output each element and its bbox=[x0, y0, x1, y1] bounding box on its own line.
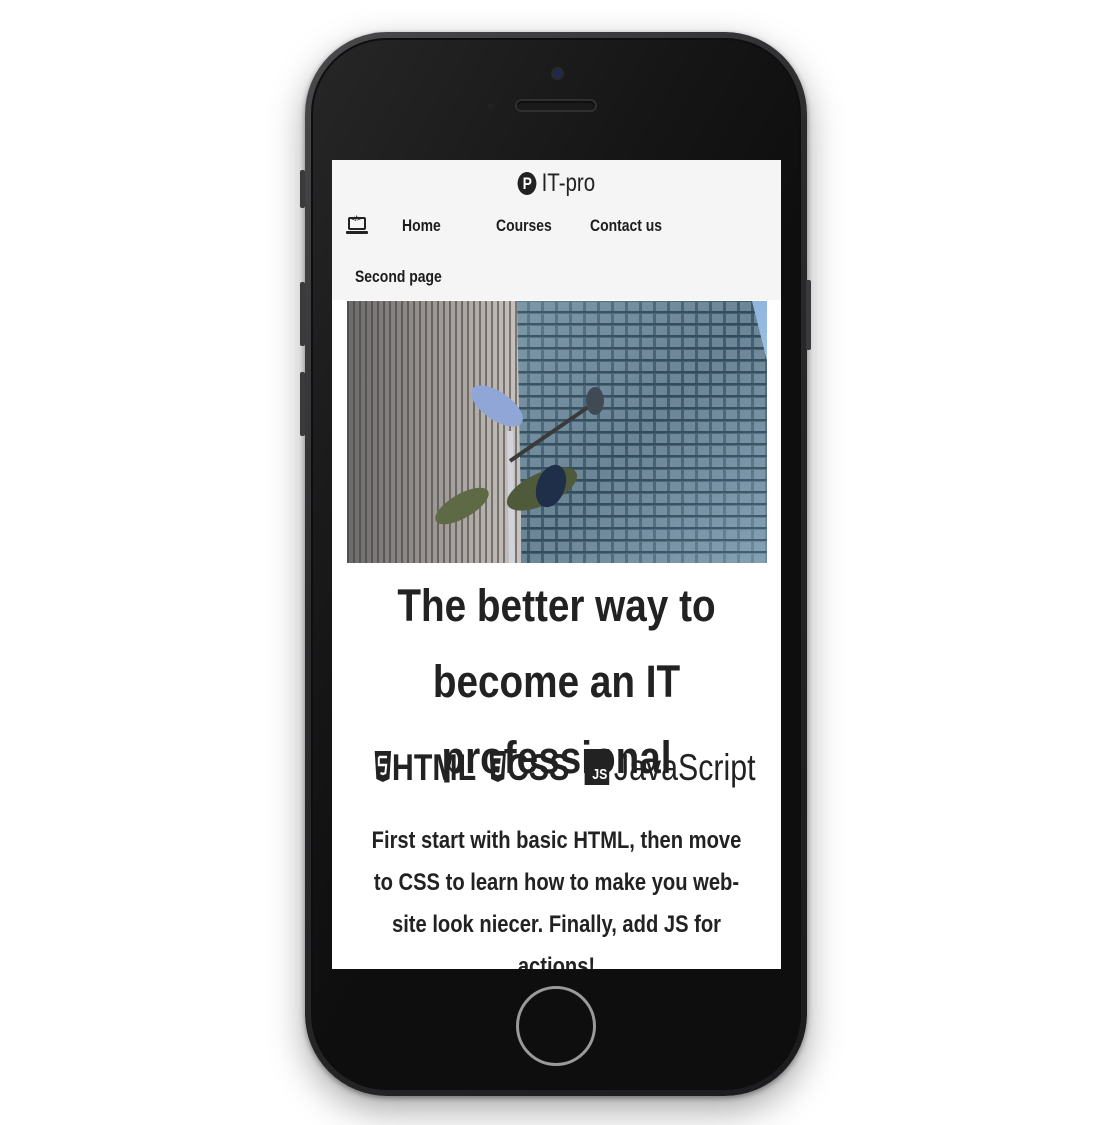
nav-item-home[interactable]: Home bbox=[402, 216, 441, 236]
front-camera-icon bbox=[553, 69, 562, 78]
javascript-label: JavaScript bbox=[613, 747, 756, 788]
volume-up-button bbox=[300, 282, 305, 346]
nav-item-courses[interactable]: Courses bbox=[496, 216, 552, 236]
brand-name: IT-pro bbox=[541, 169, 596, 197]
nav-item-contact-us[interactable]: Contact us bbox=[590, 216, 662, 236]
earpiece-speaker bbox=[517, 101, 595, 110]
laptop-code-icon[interactable]: </> bbox=[346, 216, 368, 234]
site-header: P IT-pro </> Home Courses Contact us Seco… bbox=[332, 160, 781, 300]
tech-row: HTML CSS JS JavaScript bbox=[332, 744, 781, 792]
brand-logo-icon: P bbox=[517, 172, 537, 195]
html5-icon bbox=[374, 751, 392, 782]
home-button[interactable] bbox=[516, 986, 596, 1066]
mute-switch bbox=[300, 170, 305, 208]
brand[interactable]: P IT-pro bbox=[372, 168, 740, 198]
intro-text: First start with basic HTML, then move t… bbox=[371, 827, 742, 969]
javascript-icon: JS bbox=[584, 749, 610, 785]
nav-item-second-page[interactable]: Second page bbox=[355, 267, 442, 287]
power-button bbox=[806, 280, 811, 350]
html-label: HTML bbox=[391, 747, 476, 788]
hero-image bbox=[347, 301, 767, 563]
proximity-sensor bbox=[487, 103, 493, 109]
css3-icon bbox=[489, 751, 507, 782]
css-label: CSS bbox=[507, 747, 570, 788]
phone-screen: P IT-pro </> Home Courses Contact us Seco… bbox=[332, 160, 781, 969]
volume-down-button bbox=[300, 372, 305, 436]
mockup-stage: P IT-pro </> Home Courses Contact us Seco… bbox=[0, 0, 1117, 1125]
